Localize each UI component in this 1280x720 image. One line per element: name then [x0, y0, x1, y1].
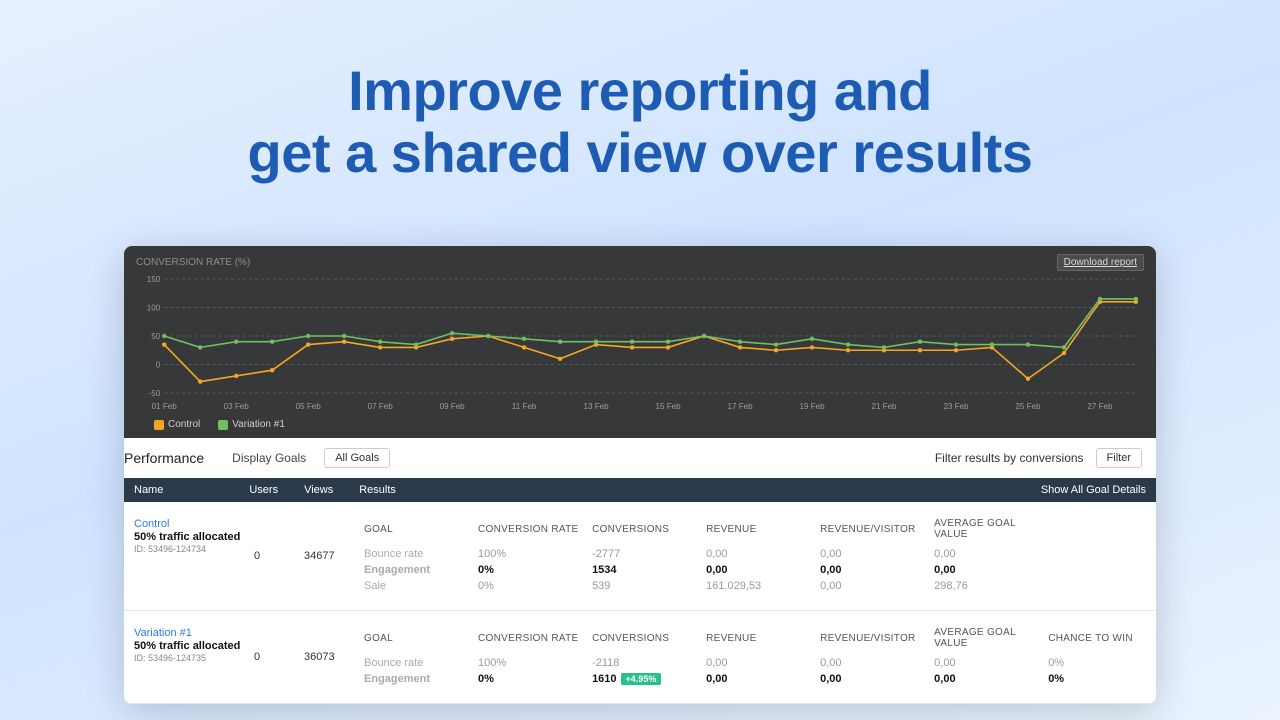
- chart-title: CONVERSION RATE (%): [136, 257, 250, 268]
- traffic-allocation: 50% traffic allocated: [134, 531, 254, 543]
- hero-headline: Improve reporting and get a shared view …: [0, 60, 1280, 183]
- variation-name[interactable]: Variation #1: [134, 627, 254, 639]
- svg-text:13 Feb: 13 Feb: [584, 402, 610, 411]
- all-goals-chip[interactable]: All Goals: [324, 448, 390, 468]
- svg-text:05 Feb: 05 Feb: [296, 402, 322, 411]
- traffic-allocation: 50% traffic allocated: [134, 640, 254, 652]
- chart-area: -50 0 50 100 150 01 Feb 03 Feb 05 Feb 07 Feb 09 F…: [136, 275, 1144, 415]
- svg-text:27 Feb: 27 Feb: [1087, 402, 1113, 411]
- variation-id: ID: 53496-124734: [134, 544, 254, 554]
- svg-text:-50: -50: [149, 389, 161, 398]
- users-value: 0: [254, 518, 304, 594]
- svg-text:23 Feb: 23 Feb: [943, 402, 969, 411]
- svg-text:03 Feb: 03 Feb: [224, 402, 250, 411]
- svg-text:0: 0: [156, 361, 161, 370]
- variation-name[interactable]: Control: [134, 518, 254, 530]
- filter-by-label: Filter results by conversions: [935, 451, 1084, 465]
- results-header-strip: Name Users Views Results Show All Goal D…: [124, 478, 1156, 502]
- uplift-badge: +4.95%: [621, 673, 662, 685]
- svg-text:100: 100: [147, 304, 161, 313]
- dashboard-card: CONVERSION RATE (%) Download report -50 0…: [124, 246, 1156, 704]
- variation-id: ID: 53496-124735: [134, 653, 254, 663]
- col-users: Users: [249, 484, 278, 496]
- col-results: Results: [359, 484, 396, 496]
- hero-line1: Improve reporting and: [348, 59, 932, 122]
- users-value: 0: [254, 627, 304, 687]
- table-row: Control50% traffic allocatedID: 53496-12…: [124, 502, 1156, 611]
- square-icon: [218, 420, 228, 430]
- legend-control: Control: [154, 419, 200, 430]
- svg-text:15 Feb: 15 Feb: [656, 402, 682, 411]
- legend-variation: Variation #1: [218, 419, 285, 430]
- views-value: 36073: [304, 627, 364, 687]
- hero-banner: Improve reporting and get a shared view …: [0, 0, 1280, 223]
- performance-title: Performance: [124, 450, 204, 466]
- svg-text:19 Feb: 19 Feb: [799, 402, 825, 411]
- col-views: Views: [304, 484, 333, 496]
- filter-button[interactable]: Filter: [1096, 448, 1142, 468]
- show-all-goal-details-button[interactable]: Show All Goal Details: [1041, 484, 1146, 496]
- views-value: 34677: [304, 518, 364, 594]
- chart-legend: Control Variation #1: [136, 419, 1144, 430]
- square-icon: [154, 420, 164, 430]
- svg-text:01 Feb: 01 Feb: [152, 402, 178, 411]
- display-goals-button[interactable]: Display Goals: [232, 451, 306, 465]
- col-name: Name: [134, 484, 163, 496]
- chart-panel: CONVERSION RATE (%) Download report -50 0…: [124, 246, 1156, 438]
- svg-text:21 Feb: 21 Feb: [871, 402, 897, 411]
- download-report-button[interactable]: Download report: [1057, 254, 1144, 271]
- svg-text:17 Feb: 17 Feb: [728, 402, 754, 411]
- table-row: Variation #150% traffic allocatedID: 534…: [124, 611, 1156, 704]
- hero-line2: get a shared view over results: [248, 121, 1033, 184]
- svg-text:25 Feb: 25 Feb: [1015, 402, 1041, 411]
- svg-text:07 Feb: 07 Feb: [368, 402, 394, 411]
- metrics-table: GOAL CONVERSION RATE CONVERSIONS REVENUE…: [364, 518, 1146, 594]
- svg-text:09 Feb: 09 Feb: [440, 402, 466, 411]
- results-rows: Control50% traffic allocatedID: 53496-12…: [124, 502, 1156, 704]
- svg-text:50: 50: [151, 332, 160, 341]
- svg-text:150: 150: [147, 275, 161, 284]
- metrics-table: GOAL CONVERSION RATE CONVERSIONS REVENUE…: [364, 627, 1146, 687]
- performance-bar: Performance Display Goals All Goals Filt…: [124, 438, 1156, 478]
- svg-text:11 Feb: 11 Feb: [512, 402, 537, 411]
